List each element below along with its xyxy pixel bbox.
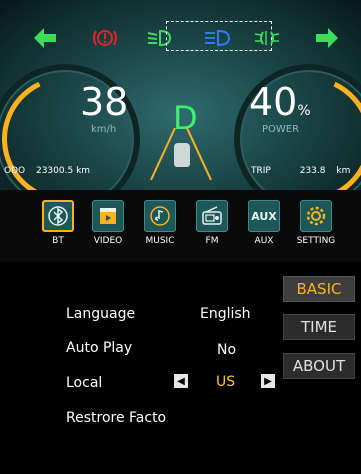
media-label-bt: BT (52, 236, 64, 246)
indicator-bar (0, 0, 361, 66)
basic-settings-panel: Language English Auto Play No Local ◀ US… (0, 262, 361, 474)
power-value: 40 (249, 80, 298, 124)
autoplay-label: Auto Play (66, 340, 133, 356)
odo-label: ODO (4, 166, 26, 176)
trip-readout: TRIP 233.8 km (251, 166, 350, 176)
autoplay-value[interactable]: No (217, 342, 236, 358)
tab-time[interactable]: TIME (283, 314, 355, 340)
bluetooth-button[interactable] (42, 200, 74, 232)
media-label-aux: AUX (254, 236, 274, 246)
power-label: POWER (262, 124, 300, 135)
aux-button[interactable]: AUX (248, 200, 280, 232)
local-label: Local (66, 375, 103, 391)
media-source-bar: BT VIDEO MUSIC FM AUX AUX SETTING (0, 190, 361, 262)
high-beam-icon (203, 24, 231, 52)
local-prev-icon[interactable]: ◀ (174, 374, 188, 388)
radio-icon (202, 206, 222, 225)
speed-value: 38 (80, 80, 129, 124)
odo-readout: ODO 23300.5 km (4, 166, 90, 176)
trip-unit: km (336, 166, 351, 176)
trip-label: TRIP (251, 166, 271, 176)
media-label-music: MUSIC (145, 236, 175, 246)
local-next-icon[interactable]: ▶ (261, 374, 275, 388)
aux-icon: AUX (251, 209, 277, 223)
media-label-video: VIDEO (93, 236, 123, 246)
tab-basic[interactable]: BASIC (283, 276, 355, 302)
setting-button[interactable] (300, 200, 332, 232)
brake-warning-icon (92, 24, 118, 52)
language-label: Language (66, 306, 136, 322)
video-icon (100, 208, 116, 224)
left-arrow-icon (34, 24, 56, 52)
media-label-setting: SETTING (296, 236, 336, 246)
right-arrow-icon (316, 24, 338, 52)
tab-about[interactable]: ABOUT (283, 353, 355, 379)
odo-value: 23300.5 km (35, 166, 91, 176)
bluetooth-icon (48, 206, 68, 226)
language-value[interactable]: English (200, 306, 251, 322)
fm-button[interactable] (196, 200, 228, 232)
restore-factory-button[interactable]: Restrore Facto (66, 410, 166, 426)
trip-value: 233.8 (299, 166, 326, 176)
speed-unit: km/h (91, 124, 117, 135)
media-label-fm: FM (205, 236, 219, 246)
car-head-unit-screen: 38 km/h D 40% POWER ODO 23300.5 km TRIP … (0, 0, 361, 474)
music-icon (150, 206, 170, 226)
power-percent: % (297, 103, 311, 119)
music-button[interactable] (144, 200, 176, 232)
fog-light-icon (254, 24, 280, 52)
car-icon (174, 143, 190, 167)
settings-gear-icon (306, 206, 326, 226)
instrument-cluster: 38 km/h D 40% POWER ODO 23300.5 km TRIP … (0, 0, 361, 220)
local-value: US (216, 374, 236, 390)
video-button[interactable] (92, 200, 124, 232)
